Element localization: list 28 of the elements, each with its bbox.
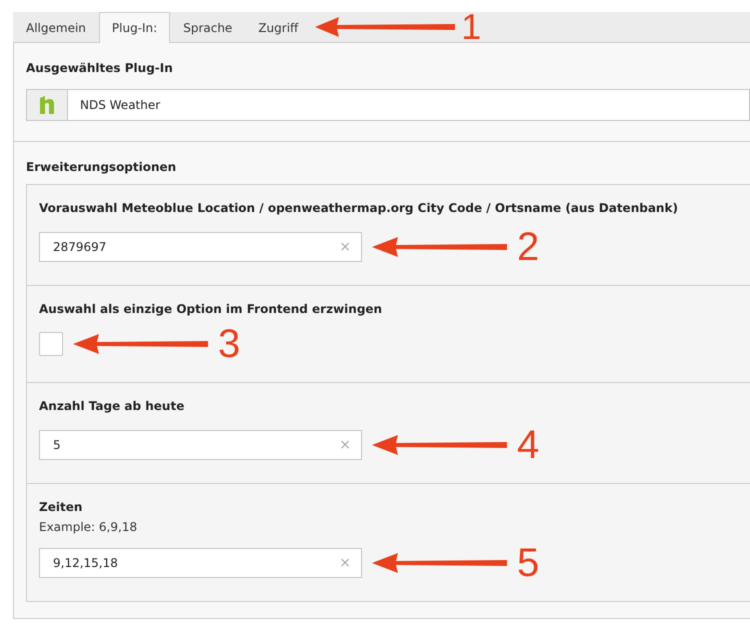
field-label: Auswahl als einzige Option im Frontend erzwingen — [39, 302, 384, 316]
field-description: Example: 6,9,18 — [39, 520, 138, 534]
field-label: Zeiten — [39, 500, 84, 514]
annotation-number: 3 — [218, 324, 240, 364]
arrow-icon — [73, 334, 208, 354]
plugin-field[interactable]: NDS Weather — [26, 89, 750, 121]
tab[interactable]: Sprache — [170, 12, 246, 43]
input-field[interactable]: 5 × — [39, 430, 362, 460]
annotation-number: 1 — [461, 9, 482, 45]
tab[interactable]: Plug-In: — [98, 12, 170, 43]
field-label: Anzahl Tage ab heute — [39, 399, 186, 413]
checkbox[interactable] — [39, 332, 63, 356]
input-field[interactable]: 2879697 × — [39, 232, 362, 262]
arrow-icon — [315, 17, 456, 37]
section-heading: Ausgewähltes Plug-In — [26, 61, 174, 75]
tab[interactable]: Zugriff — [245, 12, 312, 43]
annotation-number: 5 — [517, 543, 540, 583]
arrow-icon — [372, 553, 507, 573]
annotation-number: 2 — [517, 227, 540, 267]
section-heading: Erweiterungsoptionen — [26, 160, 178, 174]
plugin-name: NDS Weather — [79, 98, 160, 112]
field-label: Vorauswahl Meteoblue Location / openweathermap.org City Code / Ortsname (aus Datenbank) — [39, 201, 679, 215]
plugin-logo-icon — [40, 96, 54, 114]
arrow-icon — [372, 435, 507, 455]
tab[interactable]: Allgemein — [13, 12, 99, 43]
arrow-icon — [372, 237, 507, 257]
annotation-number: 4 — [517, 425, 540, 465]
input-field[interactable]: 9,12,15,18 × — [39, 548, 362, 578]
